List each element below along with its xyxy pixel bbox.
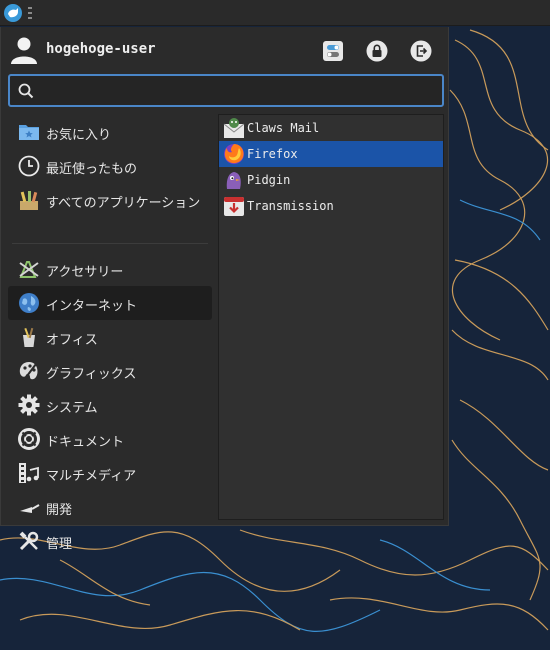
palette-icon [19,362,38,381]
claws-mail-icon [223,118,245,138]
username: hogehoge-user [46,41,156,57]
search-input[interactable] [42,80,438,102]
category-graphics[interactable]: グラフィックス [8,354,212,388]
settings-manager-button[interactable] [321,39,345,63]
app-item-firefox[interactable]: Firefox [219,141,443,167]
category-internet[interactable]: インターネット [8,286,212,320]
search-box[interactable] [8,74,444,107]
whisker-menu-button-icon[interactable] [4,4,22,22]
all-applications-icon [20,191,38,210]
category-favorites[interactable]: お気に入り [8,115,212,149]
user-avatar-icon [11,37,37,64]
panel-handle[interactable] [28,7,32,19]
trowel-icon [20,504,40,513]
lock-screen-button[interactable] [365,39,389,63]
category-recent[interactable]: 最近使ったもの [8,149,212,183]
app-item-pidgin[interactable]: Pidgin [219,167,443,193]
transmission-icon [224,197,244,216]
globe-icon [19,293,39,313]
category-administration[interactable]: 管理 [8,524,212,558]
category-multimedia[interactable]: マルチメディア [8,456,212,490]
settings-toggle-icon [323,41,343,61]
lock-icon [366,40,388,62]
search-icon [18,83,34,99]
film-music-icon [19,463,39,483]
favorites-folder-icon [19,125,39,140]
pidgin-icon [226,172,241,189]
clock-icon [18,155,40,177]
category-all-applications[interactable]: すべてのアプリケーション [8,183,212,217]
category-office[interactable]: オフィス [8,320,212,354]
lifebuoy-icon [18,428,40,450]
accessories-icon [19,261,39,278]
top-panel [0,0,550,26]
category-system[interactable]: システム [8,388,212,422]
category-list: お気に入り 最近使ったもの すべてのアプリケーション アクセサリー インターネッ… [8,115,212,552]
office-icon [23,327,35,347]
app-item-claws-mail[interactable]: Claws Mail [219,115,443,141]
category-separator [12,243,208,244]
category-accessories[interactable]: アクセサリー [8,252,212,286]
category-documents[interactable]: ドキュメント [8,422,212,456]
category-development[interactable]: 開発 [8,490,212,524]
log-out-icon [410,40,432,62]
application-list: Claws Mail Firefox Pidgin Transmission [218,114,444,520]
application-menu: hogehoge-user お気に入り 最近使ったもの すべてのアプリケーション… [0,27,450,552]
firefox-icon [224,144,244,164]
gear-icon [18,394,40,416]
log-out-button[interactable] [409,39,433,63]
app-item-transmission[interactable]: Transmission [219,193,443,219]
menu-header: hogehoge-user [1,27,450,73]
tools-icon [19,531,39,551]
